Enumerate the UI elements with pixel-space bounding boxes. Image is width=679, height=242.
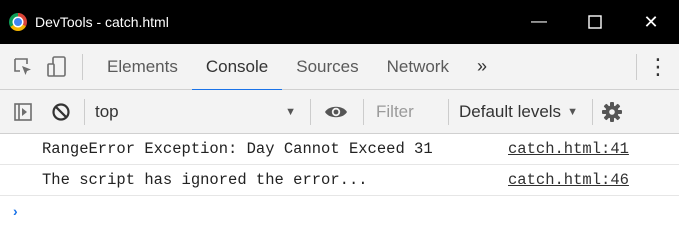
close-icon: ✕ <box>643 11 659 32</box>
divider <box>636 53 637 80</box>
sidebar-toggle-icon <box>14 102 32 121</box>
filter-input[interactable]: Filter <box>370 102 448 122</box>
dropdown-arrow-icon: ▼ <box>567 105 578 118</box>
divider <box>82 53 83 80</box>
panel-tabbar: Elements Console Sources Network » ⋮ <box>0 44 679 91</box>
window-controls: — ✕ <box>511 0 679 44</box>
live-expression-button[interactable] <box>321 99 351 125</box>
more-tabs-button[interactable]: » <box>463 56 501 77</box>
divider <box>591 98 593 125</box>
device-toolbar-icon <box>47 55 66 77</box>
console-settings-button[interactable] <box>599 99 625 125</box>
console-messages: RangeError Exception: Day Cannot Exceed … <box>0 134 679 226</box>
context-select-value: top <box>95 101 119 121</box>
chrome-icon <box>9 13 27 31</box>
console-message-text: The script has ignored the error... <box>42 171 368 189</box>
console-prompt[interactable]: › <box>0 196 679 226</box>
eye-icon <box>325 106 347 117</box>
device-toolbar-button[interactable] <box>44 54 70 80</box>
inspect-element-button[interactable] <box>10 54 36 80</box>
menu-icon[interactable]: ⋮ <box>645 54 671 80</box>
source-link[interactable]: catch.html:41 <box>508 140 629 158</box>
close-button[interactable]: ✕ <box>623 0 679 44</box>
dropdown-arrow-icon: ▼ <box>285 105 296 118</box>
source-link[interactable]: catch.html:46 <box>508 171 629 189</box>
divider <box>310 98 311 125</box>
minimize-icon: — <box>531 13 547 30</box>
console-message-text: RangeError Exception: Day Cannot Exceed … <box>42 140 433 158</box>
window-titlebar: DevTools - catch.html — ✕ <box>0 0 679 44</box>
tab-elements[interactable]: Elements <box>93 44 192 90</box>
prompt-chevron-icon: › <box>13 203 18 219</box>
tab-network[interactable]: Network <box>373 44 463 90</box>
context-select[interactable]: top ▼ <box>95 97 310 127</box>
maximize-icon <box>588 15 602 29</box>
inspect-element-icon <box>14 57 31 75</box>
minimize-button[interactable]: — <box>511 0 567 44</box>
tab-sources[interactable]: Sources <box>282 44 372 90</box>
divider <box>363 98 364 125</box>
sidebar-toggle-button[interactable] <box>10 99 36 125</box>
log-levels-dropdown[interactable]: Default levels ▼ <box>449 102 588 122</box>
console-message: The script has ignored the error... catc… <box>0 165 679 196</box>
maximize-button[interactable] <box>567 0 623 44</box>
tab-console[interactable]: Console <box>191 44 283 91</box>
console-message: RangeError Exception: Day Cannot Exceed … <box>0 134 679 165</box>
clear-console-icon <box>52 102 70 121</box>
divider <box>84 98 85 125</box>
window-title: DevTools - catch.html <box>35 14 169 30</box>
gear-icon <box>601 101 622 122</box>
console-toolbar: top ▼ Filter Default levels ▼ <box>0 90 679 134</box>
clear-console-button[interactable] <box>48 99 74 125</box>
log-levels-label: Default levels <box>459 101 562 121</box>
